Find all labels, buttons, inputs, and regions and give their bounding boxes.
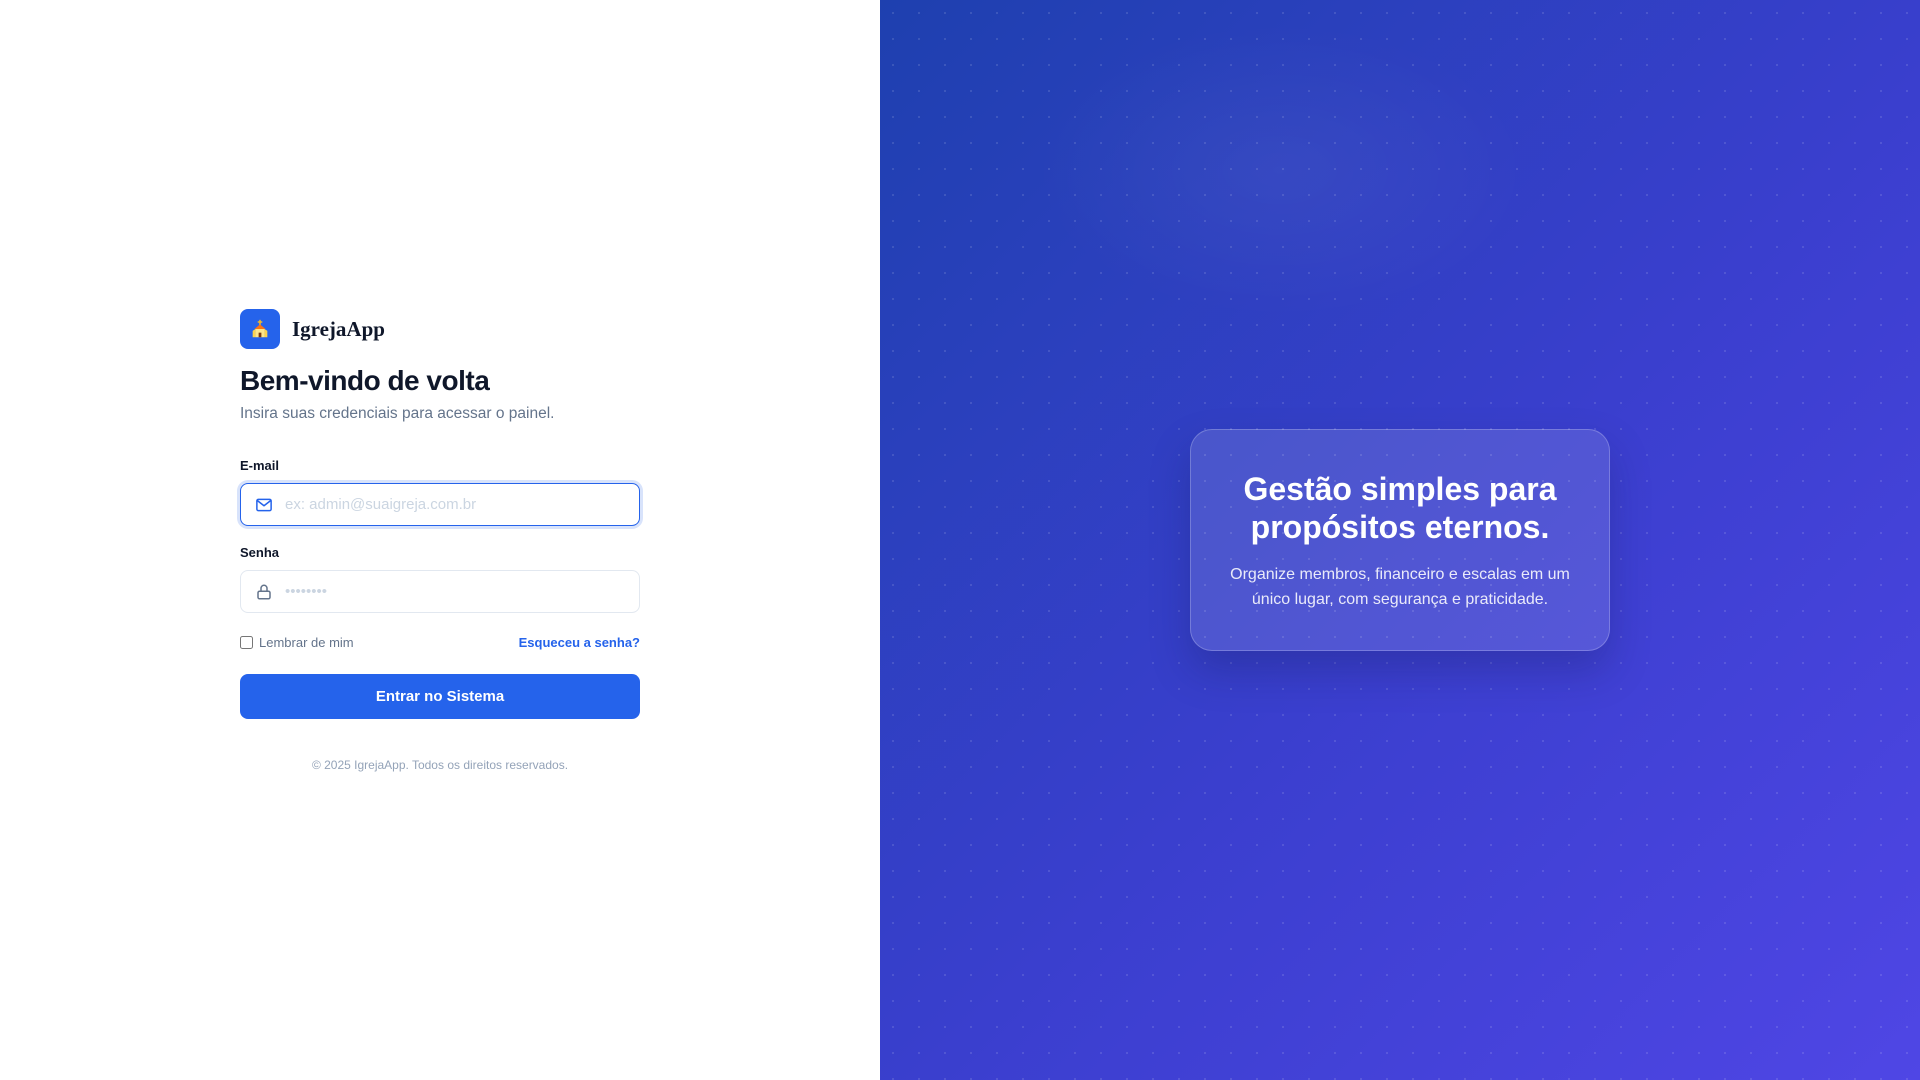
mail-icon — [255, 496, 273, 514]
copyright-footer: © 2025 IgrejaApp. Todos os direitos rese… — [311, 758, 569, 772]
promo-card: Gestão simples para propósitos eternos. … — [1190, 429, 1610, 651]
promo-text: Organize membros, financeiro e escalas e… — [1230, 566, 1570, 608]
page-title: Bem-vindo de volta — [240, 365, 490, 396]
login-form: IgrejaApp Bem-vindo de volta Insira suas… — [240, 309, 640, 772]
forgot-password-link[interactable]: Esqueceu a senha? — [519, 635, 640, 650]
brand: IgrejaApp — [240, 309, 640, 349]
password-label: Senha — [240, 545, 280, 560]
login-page: IgrejaApp Bem-vindo de volta Insira suas… — [0, 0, 1920, 1080]
lock-icon — [255, 583, 273, 601]
brand-name: IgrejaApp — [292, 316, 385, 341]
church-icon — [252, 319, 268, 338]
remember-me[interactable]: Lembrar de mim — [240, 635, 354, 650]
remember-me-label: Lembrar de mim — [259, 634, 354, 650]
email-label: E-mail — [240, 458, 280, 473]
form-options: Lembrar de mim Esqueceu a senha? — [240, 633, 640, 651]
password-input[interactable] — [283, 582, 617, 601]
email-input-wrapper[interactable] — [240, 483, 640, 526]
promo-title: Gestão simples para propósitos eternos. — [1243, 471, 1557, 545]
promo-panel: Gestão simples para propósitos eternos. … — [880, 0, 1920, 1080]
remember-me-checkbox[interactable] — [240, 635, 253, 649]
page-subtitle: Insira suas credenciais para acessar o p… — [240, 405, 555, 422]
login-button[interactable]: Entrar no Sistema — [240, 674, 640, 719]
login-panel: IgrejaApp Bem-vindo de volta Insira suas… — [0, 0, 880, 1080]
brand-logo — [240, 309, 280, 349]
password-input-wrapper[interactable] — [240, 570, 640, 613]
background-glow — [1030, 20, 1530, 320]
email-input[interactable] — [283, 495, 617, 514]
